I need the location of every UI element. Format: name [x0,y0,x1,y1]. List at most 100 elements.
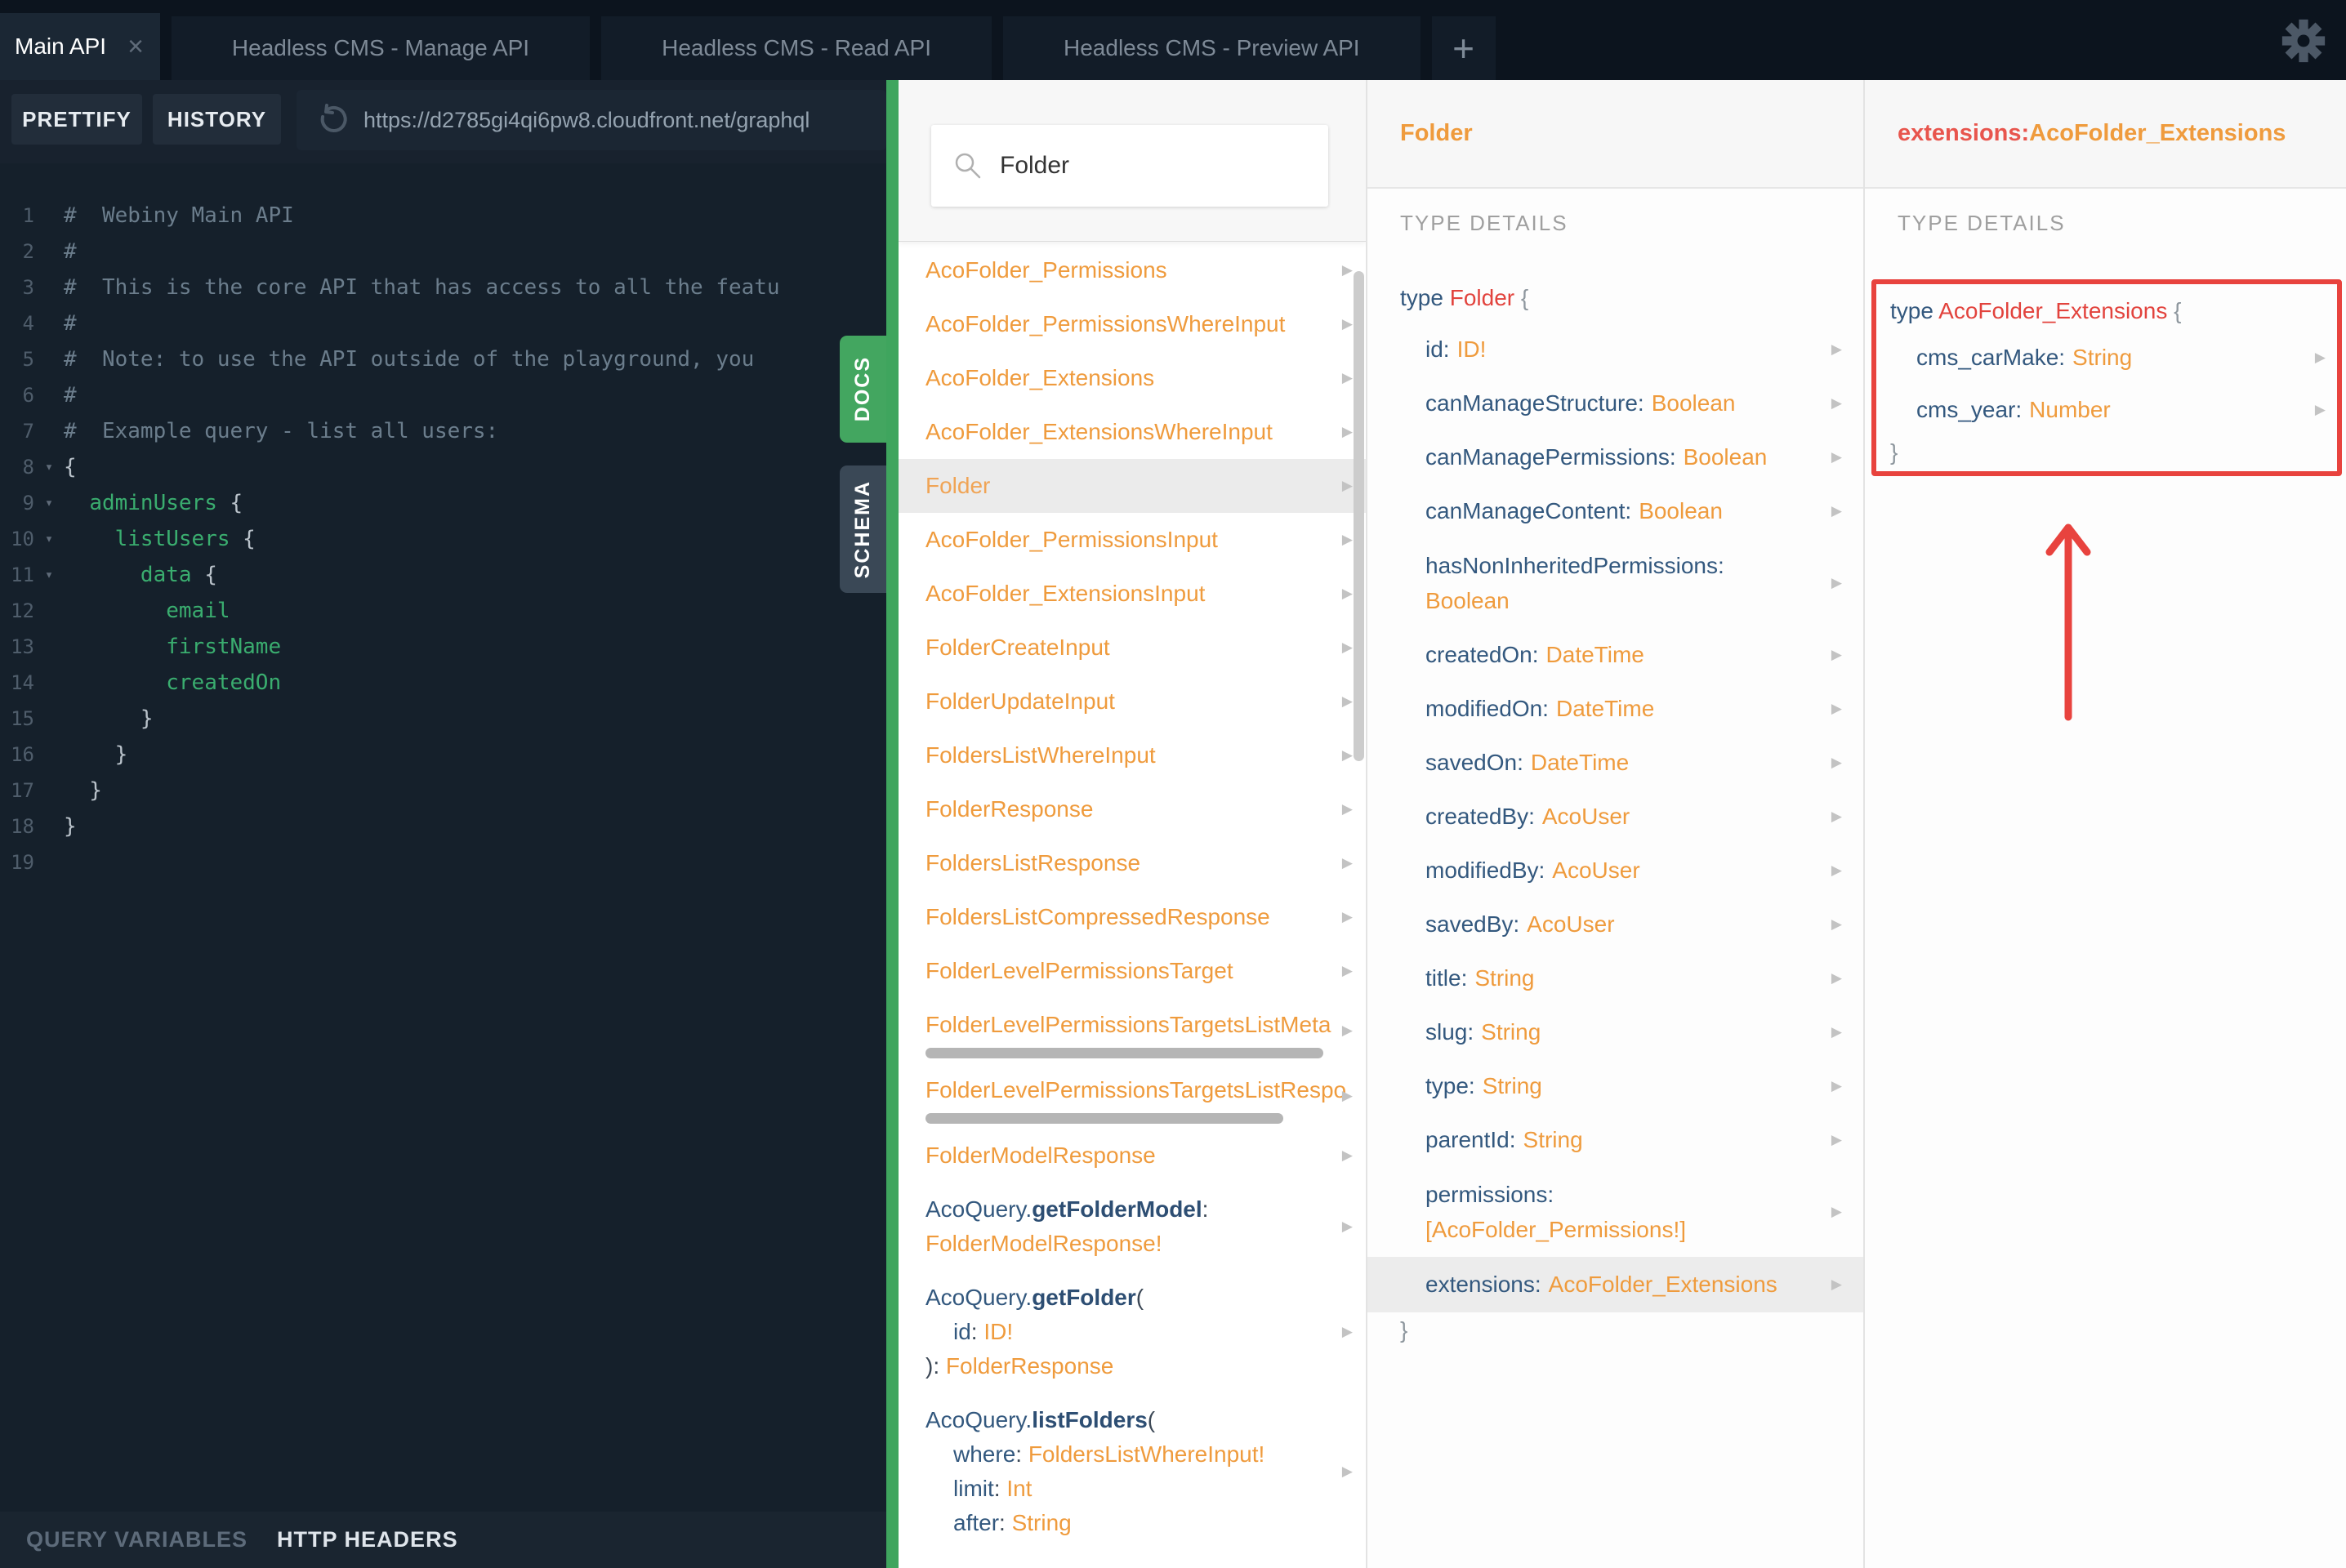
field-row[interactable]: modifiedOn: DateTime ▶ [1367,682,1863,736]
docs-list-item[interactable]: AcoQuery.getFolder(id: ID!): FolderRespo… [899,1271,1366,1393]
docs-list-item[interactable]: FolderUpdateInput ▶ [899,675,1366,728]
code-line: 3 # This is the core API that has access … [0,270,886,305]
line-number: 7 [22,420,34,443]
api-tab[interactable]: Headless CMS - Preview API [1003,16,1421,80]
field-row[interactable]: canManageContent: Boolean ▶ [1367,484,1863,538]
field-row[interactable]: parentId: String ▶ [1367,1113,1863,1167]
horizontal-scrollbar[interactable] [925,1048,1323,1058]
code-line: 7 # Example query - list all users: [0,413,886,449]
search-input[interactable] [998,151,1328,180]
expand-arrow-icon: ▶ [1341,855,1353,871]
prettify-button[interactable]: PRETTIFY [11,94,142,145]
field-row[interactable]: savedBy: AcoUser ▶ [1367,898,1863,951]
fold-caret-icon[interactable]: ▾ [34,449,64,485]
docs-list-item[interactable]: Folder ▶ [899,459,1366,513]
field-row[interactable]: extensions: AcoFolder_Extensions ▶ [1367,1257,1863,1312]
field-type: Boolean [1683,444,1768,470]
line-number: 9 [22,492,34,514]
tab-label: Main API [15,33,107,59]
docs-list-item[interactable]: AcoFolder_PermissionsInput ▶ [899,513,1366,567]
field-row[interactable]: cms_carMake: String ▶ [1876,332,2337,384]
field-row[interactable]: title: String ▶ [1367,951,1863,1005]
docs-list-item[interactable]: AcoFolder_ExtensionsInput ▶ [899,567,1366,621]
http-headers-toggle[interactable]: HTTP HEADERS [277,1527,458,1552]
docs-list-item[interactable]: FolderCreateInput ▶ [899,621,1366,675]
field-row[interactable]: savedOn: DateTime ▶ [1367,736,1863,790]
line-number: 15 [11,707,34,730]
docs-list-item[interactable]: AcoFolder_ExtensionsWhereInput ▶ [899,405,1366,459]
fold-caret-icon[interactable]: ▾ [34,485,64,521]
search-icon [955,153,981,179]
panel-divider[interactable] [886,80,899,1568]
doc-query-line: after: String [953,1510,1072,1535]
history-button[interactable]: HISTORY [153,94,281,145]
caret-spacer [34,305,64,341]
query-variables-toggle[interactable]: QUERY VARIABLES [26,1527,248,1552]
docs-list-item[interactable]: FolderLevelPermissionsTargetsListMeta ▶ [899,998,1366,1063]
code-text: createdOn [166,670,282,695]
field-row[interactable]: canManagePermissions: Boolean ▶ [1367,430,1863,484]
endpoint-url-bar[interactable]: https://d2785gi4qi6pw8.cloudfront.net/gr… [297,90,886,150]
docs-list-item[interactable]: FolderResponse ▶ [899,782,1366,836]
expand-arrow-icon: ▶ [1831,503,1842,519]
docs-list-item[interactable]: AcoFolder_Permissions ▶ [899,243,1366,297]
reload-schema-icon[interactable] [316,104,349,136]
docs-list-item[interactable]: AcoFolder_PermissionsWhereInput ▶ [899,297,1366,351]
expand-arrow-icon: ▶ [1831,395,1842,411]
horizontal-scrollbar[interactable] [925,1113,1283,1124]
endpoint-url: https://d2785gi4qi6pw8.cloudfront.net/gr… [363,107,810,132]
docs-list-item[interactable]: FolderModelResponse ▶ [899,1129,1366,1183]
code-line: 15 } [0,701,886,737]
field-name: savedBy: [1425,911,1520,937]
code-text: # Note: to use the API outside of the pl… [64,347,755,372]
doc-query-line: ): FolderResponse [925,1353,1114,1379]
docs-list-item[interactable]: FolderLevelPermissionsTargetsListRespo ▶ [899,1063,1366,1129]
query-editor[interactable]: 1 # Webiny Main API 2 #3 # This is the core … [0,163,886,1512]
expand-arrow-icon: ▶ [1831,1078,1842,1094]
field-row[interactable]: type: String ▶ [1367,1059,1863,1113]
docs-list-item[interactable]: AcoQuery.getFolderModel: FolderModelRespo… [899,1183,1366,1271]
fold-caret-icon[interactable]: ▾ [34,557,64,593]
code-text: # [64,239,77,264]
field-type: String [2072,345,2133,370]
field-row[interactable]: canManageStructure: Boolean ▶ [1367,376,1863,430]
field-row[interactable]: modifiedBy: AcoUser ▶ [1367,844,1863,898]
api-tab[interactable]: Main API × [0,13,160,80]
field-row[interactable]: hasNonInheritedPermissions: Boolean ▶ [1367,538,1863,628]
schema-side-tab[interactable]: SCHEMA [840,466,886,593]
field-row[interactable]: cms_year: Number ▶ [1876,384,2337,436]
docs-list-item[interactable]: FoldersListResponse ▶ [899,836,1366,890]
fold-caret-icon[interactable]: ▾ [34,521,64,557]
doc-type-name: FoldersListWhereInput [925,742,1156,768]
close-tab-icon[interactable]: × [127,33,144,60]
field-row[interactable]: id: ID! ▶ [1367,323,1863,376]
settings-gear-icon[interactable] [2281,18,2326,64]
expand-arrow-icon: ▶ [1831,1204,1842,1219]
docs-vertical-scrollbar[interactable] [1354,271,1364,761]
docs-list-item[interactable]: AcoQuery.listFolders(where: FoldersListW… [899,1393,1366,1550]
docs-search-box[interactable] [931,125,1328,207]
field-name: parentId: [1425,1127,1516,1152]
docs-list-item[interactable]: AcoFolder_Extensions ▶ [899,351,1366,405]
add-tab-button[interactable]: + [1431,16,1496,80]
type-details-heading: TYPE DETAILS [1898,211,2066,235]
field-row[interactable]: slug: String ▶ [1367,1005,1863,1059]
docs-list-item[interactable]: FolderLevelPermissionsTarget ▶ [899,944,1366,998]
open-brace: { [2174,298,2182,323]
annotation-highlight-box: type AcoFolder_Extensions { cms_carMake:… [1871,279,2342,476]
api-tab[interactable]: Headless CMS - Manage API [171,16,591,80]
caret-spacer [34,701,64,737]
field-row[interactable]: permissions: [AcoFolder_Permissions!] ▶ [1367,1167,1863,1257]
docs-list-item[interactable]: FoldersListCompressedResponse ▶ [899,890,1366,944]
expand-arrow-icon: ▶ [1341,370,1353,385]
docs-side-tab[interactable]: DOCS [840,336,886,443]
field-row[interactable]: createdOn: DateTime ▶ [1367,628,1863,682]
field-row[interactable]: createdBy: AcoUser ▶ [1367,790,1863,844]
expand-arrow-icon: ▶ [1831,970,1842,986]
caret-spacer [34,198,64,234]
field-type: Boolean [1425,588,1510,613]
api-tab[interactable]: Headless CMS - Read API [601,16,992,80]
schema-side-tab-label: SCHEMA [851,479,874,579]
docs-list-item[interactable]: FoldersListWhereInput ▶ [899,728,1366,782]
expand-arrow-icon: ▶ [1341,747,1353,763]
